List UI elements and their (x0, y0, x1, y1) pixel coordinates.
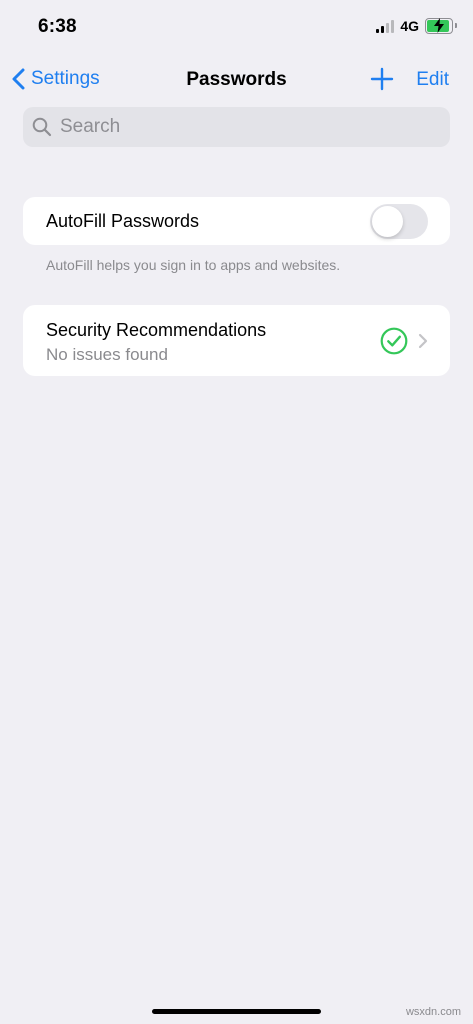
autofill-footnote: AutoFill helps you sign in to apps and w… (46, 257, 341, 273)
edit-button[interactable]: Edit (416, 69, 449, 91)
home-indicator[interactable] (152, 1009, 321, 1014)
autofill-passwords-row: AutoFill Passwords (23, 197, 450, 245)
page-title: Passwords (186, 69, 287, 90)
battery-icon (425, 18, 457, 34)
toggle-knob (372, 206, 403, 237)
checkmark-circle-icon (380, 327, 408, 355)
search-icon (32, 117, 52, 137)
plus-icon[interactable] (370, 67, 394, 91)
chevron-right-icon (418, 333, 428, 349)
status-bar: 6:38 4G (0, 0, 473, 56)
cellular-signal-icon (376, 19, 395, 33)
security-recommendations-row[interactable]: Security Recommendations No issues found (23, 305, 450, 376)
search-input[interactable] (58, 115, 442, 139)
search-bar[interactable] (23, 107, 450, 147)
network-type: 4G (400, 18, 419, 34)
security-recommendations-title: Security Recommendations (46, 320, 267, 340)
autofill-passwords-label: AutoFill Passwords (46, 211, 200, 231)
autofill-passwords-toggle[interactable] (370, 204, 428, 239)
security-status-text: No issues found (46, 345, 168, 364)
status-time: 6:38 (38, 16, 77, 37)
navigation-bar: Settings Passwords Edit (0, 58, 473, 102)
charging-bolt-icon (434, 18, 444, 33)
watermark: wsxdn.com (405, 1006, 461, 1018)
status-indicators: 4G (376, 18, 457, 34)
